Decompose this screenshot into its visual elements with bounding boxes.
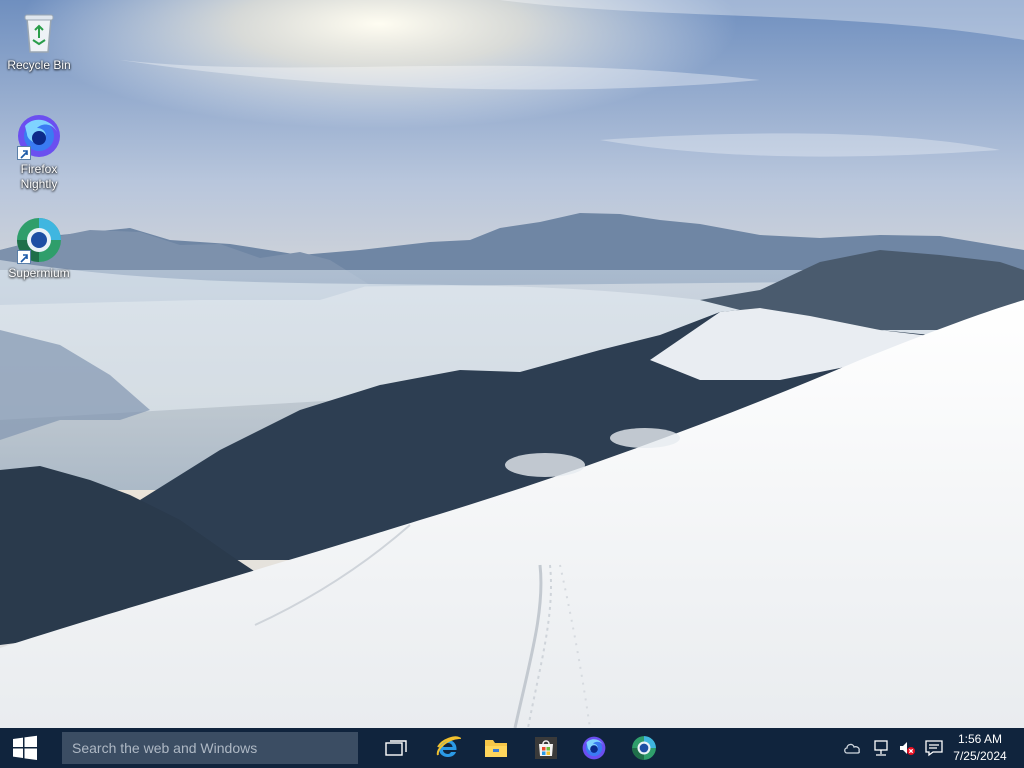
supermium-icon xyxy=(632,736,656,760)
desktop-icon-label: Recycle Bin xyxy=(7,58,71,72)
desktop-icon-firefox-nightly[interactable]: Firefox Nightly xyxy=(1,112,77,192)
shortcut-arrow-icon xyxy=(17,250,31,264)
clock-time: 1:56 AM xyxy=(957,732,1003,746)
shortcut-arrow-icon xyxy=(17,146,31,160)
search-input[interactable] xyxy=(70,739,354,757)
taskbar-app-task-view[interactable] xyxy=(372,728,420,768)
store-icon xyxy=(535,737,557,759)
task-view-icon xyxy=(385,740,407,756)
windows-logo-icon xyxy=(13,735,37,760)
firefox-nightly-icon xyxy=(582,736,606,760)
taskbar-clock[interactable]: 1:56 AM 7/25/2024 xyxy=(945,731,1015,765)
clock-date: 7/25/2024 xyxy=(953,749,1007,763)
start-button[interactable] xyxy=(0,728,50,768)
action-center-icon[interactable] xyxy=(924,738,944,758)
taskbar-app-firefox-nightly[interactable] xyxy=(570,728,618,768)
network-icon[interactable] xyxy=(871,738,891,758)
firefox-nightly-icon xyxy=(15,112,63,160)
desktop-icon-label: Supermium xyxy=(8,266,70,280)
taskbar-app-file-explorer[interactable] xyxy=(472,728,520,768)
internet-explorer-icon xyxy=(436,736,461,757)
desktop-wallpaper xyxy=(0,0,1024,728)
volume-muted-icon[interactable] xyxy=(897,738,917,758)
desktop-icon-label: Firefox Nightly xyxy=(20,162,58,191)
desktop-icon-recycle-bin[interactable]: Recycle Bin xyxy=(1,8,77,73)
taskbar-app-internet-explorer[interactable] xyxy=(424,728,472,768)
taskbar: 1:56 AM 7/25/2024 xyxy=(0,728,1024,768)
search-box[interactable] xyxy=(62,732,358,764)
desktop-icon-supermium[interactable]: Supermium xyxy=(1,216,77,281)
file-explorer-icon xyxy=(485,740,507,757)
recycle-bin-icon xyxy=(15,8,63,56)
wallpaper-scene xyxy=(0,0,1024,728)
supermium-icon xyxy=(15,216,63,264)
taskbar-app-supermium[interactable] xyxy=(620,728,668,768)
onedrive-icon[interactable] xyxy=(842,738,862,758)
taskbar-app-store[interactable] xyxy=(522,728,570,768)
